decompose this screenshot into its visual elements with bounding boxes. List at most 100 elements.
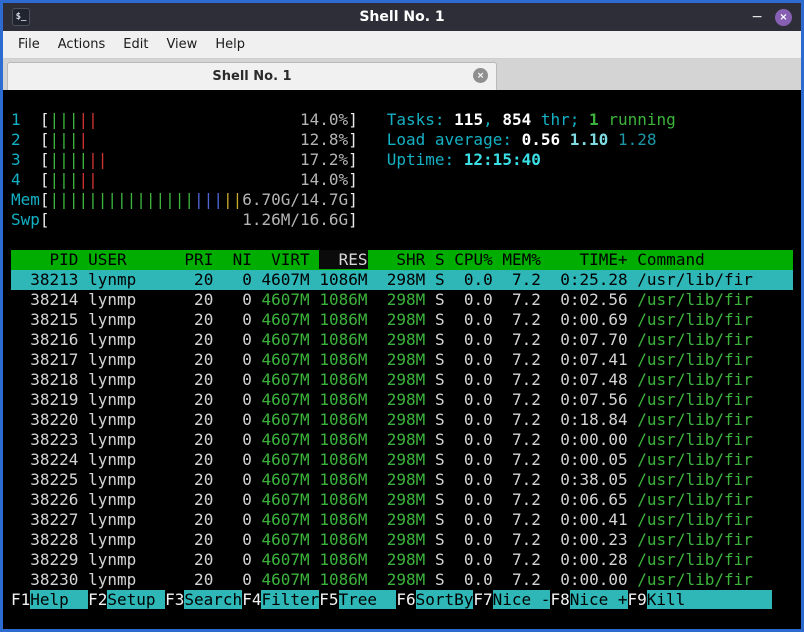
cell-pid: 38218 <box>30 370 79 389</box>
header-pri[interactable]: PRI <box>184 250 213 269</box>
cell-cpu: 0.0 <box>454 350 493 369</box>
cell-res: 1086M <box>319 410 368 429</box>
header-gap <box>213 250 223 269</box>
fnkey-f1[interactable]: F1Help <box>11 590 89 609</box>
close-button[interactable]: × <box>775 8 792 26</box>
titlebar[interactable]: $_ Shell No. 1 − × <box>3 3 801 31</box>
fnkey-f2[interactable]: F2Setup <box>88 590 166 609</box>
menu-help[interactable]: Help <box>206 33 254 56</box>
cell-res: 1086M <box>319 350 368 369</box>
load-average: Load average: 0.56 1.10 1.28 <box>387 130 657 149</box>
cell-pri: 20 <box>184 570 214 589</box>
menu-file[interactable]: File <box>9 33 49 56</box>
meter-bracket: ] <box>348 150 358 169</box>
cell-virt: 4607M <box>261 270 310 289</box>
meter-bracket: ] <box>348 170 358 189</box>
cell-pri: 20 <box>184 490 214 509</box>
minimize-button[interactable]: − <box>751 9 763 25</box>
row-lead <box>11 450 30 469</box>
process-row[interactable]: 38219 lynmp 20 0 4607M 1086M 298M S 0.0 … <box>11 390 793 410</box>
menu-edit[interactable]: Edit <box>114 33 157 56</box>
process-row[interactable]: 38217 lynmp 20 0 4607M 1086M 298M S 0.0 … <box>11 350 793 370</box>
cell-pri: 20 <box>184 310 214 329</box>
fnkey-f7[interactable]: F7Nice - <box>473 590 551 609</box>
process-row[interactable]: 38215 lynmp 20 0 4607M 1086M 298M S 0.0 … <box>11 310 793 330</box>
process-row[interactable]: 38230 lynmp 20 0 4607M 1086M 298M S 0.0 … <box>11 570 793 590</box>
fnkey-action: Search <box>184 590 243 609</box>
header-shr[interactable]: SHR <box>377 250 425 269</box>
fnkey-f9[interactable]: F9Kill <box>628 590 705 609</box>
header-ni[interactable]: NI <box>223 250 252 269</box>
header-mem[interactable]: MEM% <box>502 250 541 269</box>
fnkey-f8[interactable]: F8Nice + <box>550 590 628 609</box>
cell-time: 0:38.05 <box>550 470 628 489</box>
cell-state: S <box>434 330 445 349</box>
process-row[interactable]: 38214 lynmp 20 0 4607M 1086M 298M S 0.0 … <box>11 290 793 310</box>
header-res[interactable]: RES <box>319 250 368 269</box>
terminal-screen[interactable]: 1 [||||| 14.0%] Tasks: 115, 854 thr; 1 r… <box>3 90 801 629</box>
cell-res: 1086M <box>319 550 368 569</box>
cell-user: lynmp <box>88 290 175 309</box>
tab-close-icon[interactable]: × <box>473 68 488 83</box>
menu-actions[interactable]: Actions <box>49 33 115 56</box>
tab-shell[interactable]: Shell No. 1 × <box>7 62 497 90</box>
header-command[interactable]: Command <box>637 250 704 269</box>
cell-command: /usr/lib/fir <box>637 330 753 349</box>
fnkey-f4[interactable]: F4Filter <box>242 590 320 609</box>
header-s[interactable]: S <box>435 250 445 269</box>
fnkey-f3[interactable]: F3Search <box>165 590 243 609</box>
fnkey-f5[interactable]: F5Tree <box>319 590 397 609</box>
process-row[interactable]: 38227 lynmp 20 0 4607M 1086M 298M S 0.0 … <box>11 510 793 530</box>
process-row[interactable]: 38216 lynmp 20 0 4607M 1086M 298M S 0.0 … <box>11 330 793 350</box>
process-row[interactable]: 38228 lynmp 20 0 4607M 1086M 298M S 0.0 … <box>11 530 793 550</box>
cell-user: lynmp <box>88 330 175 349</box>
cell-res: 1086M <box>319 510 368 529</box>
fnkey-f6[interactable]: F6SortBy <box>396 590 474 609</box>
process-row[interactable]: 38220 lynmp 20 0 4607M 1086M 298M S 0.0 … <box>11 410 793 430</box>
header-pid[interactable]: PID <box>30 250 79 269</box>
header-time[interactable]: TIME+ <box>551 250 627 269</box>
header-virt[interactable]: VIRT <box>262 250 310 269</box>
header-user[interactable]: USER <box>88 250 175 269</box>
fnkey-action: Nice - <box>492 590 551 609</box>
uptime: Uptime: 12:15:40 <box>387 150 541 169</box>
cell-mem: 7.2 <box>502 550 541 569</box>
process-row[interactable]: 38213 lynmp 20 0 4607M 1086M 298M S 0.0 … <box>11 270 793 290</box>
cell-ni: 0 <box>222 470 252 489</box>
cell-pri: 20 <box>184 550 214 569</box>
process-row[interactable]: 38218 lynmp 20 0 4607M 1086M 298M S 0.0 … <box>11 370 793 390</box>
cell-ni: 0 <box>222 570 252 589</box>
process-row[interactable]: 38223 lynmp 20 0 4607M 1086M 298M S 0.0 … <box>11 430 793 450</box>
cell-time: 0:07.70 <box>550 330 628 349</box>
cell-cpu: 0.0 <box>454 370 493 389</box>
fnkey-action: Help <box>30 590 89 609</box>
header-cpu[interactable]: CPU% <box>454 250 493 269</box>
row-lead <box>11 550 30 569</box>
process-row[interactable]: 38226 lynmp 20 0 4607M 1086M 298M S 0.0 … <box>11 490 793 510</box>
process-row[interactable]: 38229 lynmp 20 0 4607M 1086M 298M S 0.0 … <box>11 550 793 570</box>
fnkey-label: F8 <box>550 590 570 609</box>
meter-space <box>88 130 300 149</box>
cell-cpu: 0.0 <box>454 470 493 489</box>
process-row[interactable]: 38225 lynmp 20 0 4607M 1086M 298M S 0.0 … <box>11 470 793 490</box>
process-row[interactable]: 38224 lynmp 20 0 4607M 1086M 298M S 0.0 … <box>11 450 793 470</box>
cell-state: S <box>434 570 445 589</box>
menu-view[interactable]: View <box>157 33 206 56</box>
